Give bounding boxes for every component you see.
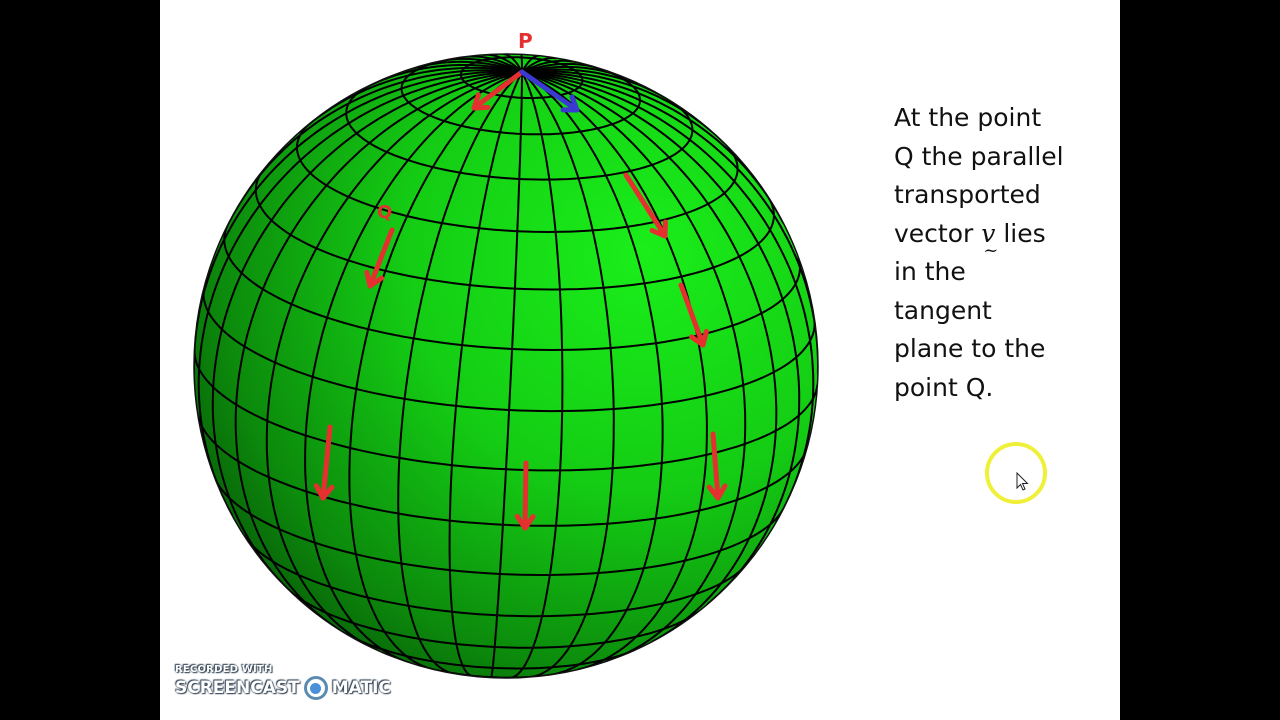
point-p-label: P [518,29,533,53]
screencast-watermark: RECORDED WITH SCREENCAST MATIC [175,664,391,700]
caption-line-1: At the point [894,103,1042,132]
watermark-recorded-with: RECORDED WITH [175,664,273,675]
vector-shaft [522,460,529,531]
watermark-screencast: SCREENCAST [175,678,300,698]
vector-v-symbol: v [981,215,998,270]
screencast-logo-icon [303,676,328,700]
mouse-cursor-icon [1016,472,1029,491]
caption-line-8: point Q. [894,372,994,402]
caption-line-7: plane to the [894,334,1046,363]
caption-word-vector: vector [894,218,974,248]
caption-line-3: transported [894,180,1041,209]
caption-line-4: vector v lies [894,215,1094,270]
meridian-line [520,54,523,72]
point-q-label: Q [377,202,392,223]
caption-word-lies: lies [1003,218,1046,248]
caption-line-2: Q the parallel [894,141,1064,171]
caption-line-6: tangent [894,295,992,325]
watermark-brand: SCREENCAST MATIC [175,676,391,700]
watermark-matic: MATIC [331,678,391,698]
caption-text: At the point Q the parallel transported … [894,99,1094,407]
